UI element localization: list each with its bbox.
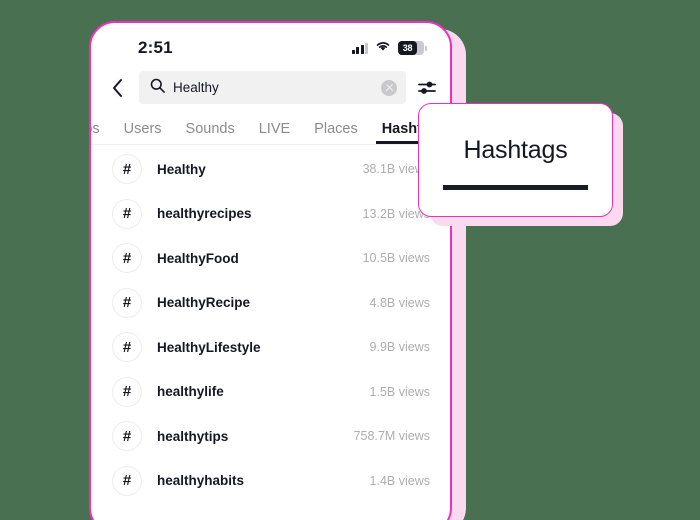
chevron-left-icon xyxy=(112,78,122,97)
list-item[interactable]: # HealthyFood 10.5B views xyxy=(91,236,450,281)
callout-title: Hashtags xyxy=(463,136,568,164)
clear-circle-icon[interactable] xyxy=(381,79,397,96)
tab-places[interactable]: Places xyxy=(314,121,358,144)
list-item[interactable]: # Healthy 38.1B views xyxy=(91,147,450,192)
tab-live[interactable]: LIVE xyxy=(259,121,290,144)
search-icon xyxy=(150,78,165,98)
list-item[interactable]: # healthylife 1.5B views xyxy=(91,370,450,415)
hashtag-icon: # xyxy=(112,421,142,452)
hashtag-name: healthytips xyxy=(157,428,229,444)
hashtag-name: HealthyFood xyxy=(157,250,239,266)
hashtag-name: HealthyLifestyle xyxy=(157,339,261,355)
status-indicators: 38 xyxy=(351,39,427,57)
tab-videos[interactable]: ideos xyxy=(91,121,100,144)
hashtag-views: 1.4B views xyxy=(369,473,430,488)
hashtag-views: 9.9B views xyxy=(369,340,430,355)
status-time: 2:51 xyxy=(138,38,173,57)
list-item[interactable]: # healthytips 758.7M views xyxy=(91,414,450,459)
search-result-tabs[interactable]: ideos Users Sounds LIVE Places Hashtags xyxy=(91,112,450,144)
hashtag-icon: # xyxy=(112,465,142,496)
list-item[interactable]: # HealthyLifestyle 9.9B views xyxy=(91,325,450,370)
battery-icon: 38 xyxy=(398,41,427,55)
tab-users[interactable]: Users xyxy=(124,121,162,144)
battery-level-label: 38 xyxy=(398,41,417,55)
list-item[interactable]: # healthyrecipes 13.2B views xyxy=(91,192,450,237)
cellular-signal-icon xyxy=(351,42,368,54)
hashtag-name: healthyrecipes xyxy=(157,206,252,222)
status-bar: 2:51 38 xyxy=(91,23,450,65)
wifi-icon xyxy=(375,39,391,57)
search-input-value: Healthy xyxy=(173,80,219,95)
list-item[interactable]: # healthyhabits 1.4B views xyxy=(91,459,450,504)
filter-button[interactable] xyxy=(414,73,440,103)
hashtag-views: 758.7M views xyxy=(353,429,430,444)
hashtag-name: HealthyRecipe xyxy=(157,295,251,311)
hashtag-views: 10.5B views xyxy=(362,251,430,266)
callout-card: Hashtags xyxy=(418,103,613,217)
phone-frame: 2:51 38 Healthy s Users Sounds LIVE Plac… xyxy=(89,21,452,520)
hashtag-icon: # xyxy=(112,332,142,363)
hashtag-views: 1.5B views xyxy=(369,384,430,399)
hashtag-name: Healthy xyxy=(157,161,206,177)
back-button[interactable] xyxy=(103,73,131,103)
tab-sounds[interactable]: Sounds xyxy=(186,121,235,144)
filter-sliders-icon xyxy=(418,81,436,94)
search-bar: Healthy xyxy=(91,65,450,112)
hashtag-name: healthyhabits xyxy=(157,473,245,489)
callout-underline xyxy=(443,185,588,190)
hashtag-icon: # xyxy=(112,243,142,274)
hashtag-icon: # xyxy=(112,287,142,318)
hashtag-icon: # xyxy=(112,154,142,185)
hashtag-results-list: # Healthy 38.1B views # healthyrecipes 1… xyxy=(91,145,450,503)
search-input[interactable]: Healthy xyxy=(139,71,406,104)
hashtag-icon: # xyxy=(112,198,142,229)
hashtag-name: healthylife xyxy=(157,384,224,400)
list-item[interactable]: # HealthyRecipe 4.8B views xyxy=(91,281,450,326)
hashtag-views: 4.8B views xyxy=(369,295,430,310)
hashtag-icon: # xyxy=(112,376,142,407)
